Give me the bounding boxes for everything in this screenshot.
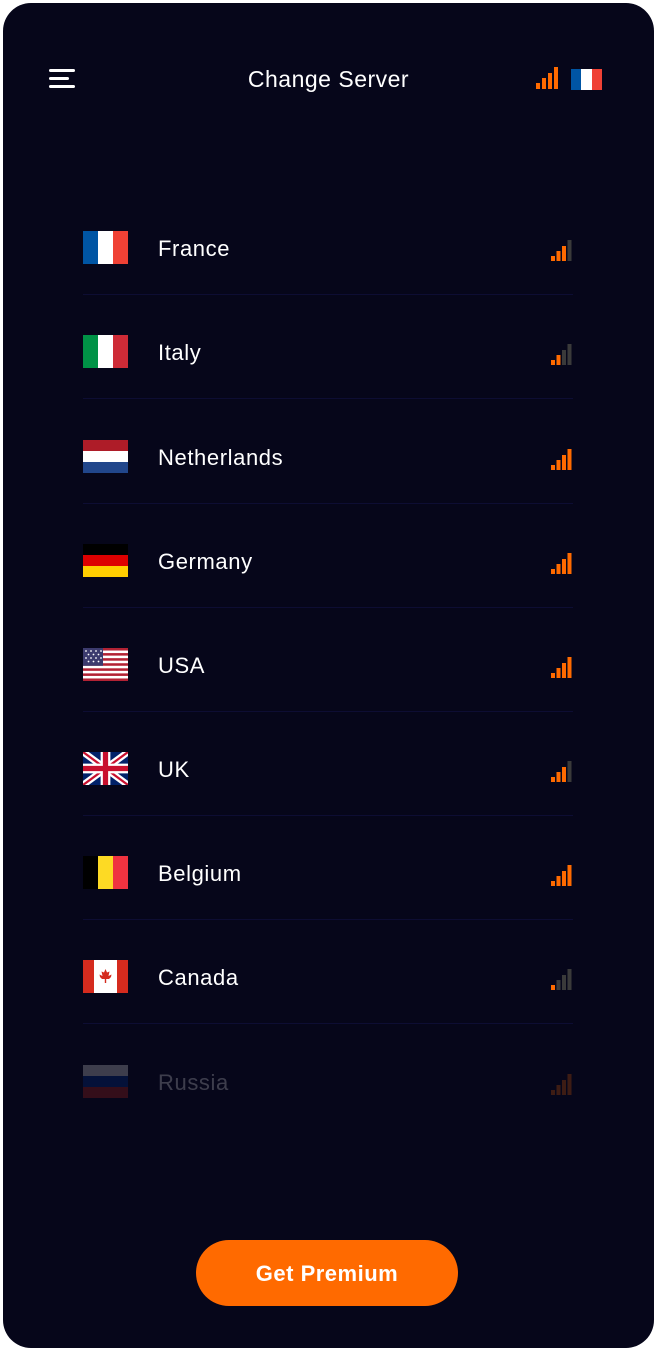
signal-bar: [562, 350, 566, 365]
signal-strength-icon: [551, 864, 575, 886]
uk-flag-icon: [83, 752, 128, 785]
server-item-canada[interactable]: Canada: [55, 928, 601, 1024]
divider: [83, 294, 573, 295]
italy-flag-icon: [83, 335, 128, 368]
divider: [83, 503, 573, 504]
country-name: UK: [158, 757, 190, 782]
canada-flag-icon: [83, 960, 128, 993]
signal-strength-icon: [551, 1073, 575, 1095]
signal-strength-icon: [551, 343, 575, 365]
signal-bar: [556, 772, 561, 782]
country-name: Italy: [158, 340, 202, 365]
signal-bar: [551, 256, 555, 261]
country-name: France: [158, 236, 231, 261]
divider: [83, 398, 573, 399]
signal-bar: [562, 455, 566, 470]
server-item-russia[interactable]: Russia: [55, 1033, 601, 1129]
signal-bar: [556, 355, 561, 365]
signal-strength-icon: [551, 656, 575, 678]
signal-bar: [551, 985, 555, 990]
signal-bar: [562, 559, 566, 574]
divider: [83, 607, 573, 608]
signal-bar: [556, 564, 561, 574]
signal-bar: [567, 761, 572, 782]
server-item-usa[interactable]: USA: [55, 616, 601, 712]
signal-strength-icon: [551, 552, 575, 574]
signal-bar: [556, 980, 561, 990]
signal-bar: [556, 876, 561, 886]
country-name: USA: [158, 653, 206, 678]
signal-strength-icon: [536, 67, 560, 94]
top-bar: Change Server: [3, 55, 654, 105]
signal-bar: [551, 360, 555, 365]
signal-bar: [567, 657, 572, 678]
server-item-uk[interactable]: UK: [55, 720, 601, 816]
signal-bar: [556, 460, 561, 470]
server-item-netherlands[interactable]: Netherlands: [55, 408, 601, 504]
signal-bar: [567, 865, 572, 886]
divider: [83, 919, 573, 920]
signal-bar: [567, 969, 572, 990]
divider: [83, 1023, 573, 1024]
country-name: Germany: [158, 549, 253, 574]
server-item-italy[interactable]: Italy: [55, 303, 601, 399]
signal-bar: [567, 344, 572, 365]
signal-bar: [562, 767, 566, 782]
signal-bar: [556, 668, 561, 678]
signal-bar: [567, 240, 572, 261]
get-premium-button[interactable]: Get Premium: [196, 1240, 458, 1306]
signal-bar: [562, 871, 566, 886]
signal-bar: [562, 246, 566, 261]
signal-strength-icon: [551, 239, 575, 261]
country-name: Russia: [158, 1070, 229, 1095]
country-name: Netherlands: [158, 445, 284, 470]
signal-bar: [551, 673, 555, 678]
signal-bar: [567, 449, 572, 470]
current-server-flag-icon[interactable]: [571, 69, 602, 90]
signal-bar: [567, 1074, 572, 1095]
server-item-france[interactable]: France: [55, 199, 601, 295]
country-name: Belgium: [158, 861, 242, 886]
france-flag-icon: [83, 231, 128, 264]
app-screen: Change Server France Italy Netherlands G…: [3, 3, 654, 1348]
signal-bar: [562, 975, 566, 990]
germany-flag-icon: [83, 544, 128, 577]
signal-bar: [551, 569, 555, 574]
signal-strength-icon: [551, 968, 575, 990]
signal-bar: [567, 553, 572, 574]
signal-bar: [556, 251, 561, 261]
belgium-flag-icon: [83, 856, 128, 889]
signal-bar: [562, 663, 566, 678]
russia-flag-icon: [83, 1065, 128, 1098]
signal-bar: [551, 1090, 555, 1095]
usa-flag-icon: [83, 648, 128, 681]
signal-bar: [551, 881, 555, 886]
signal-bar: [551, 777, 555, 782]
netherlands-flag-icon: [83, 440, 128, 473]
server-item-germany[interactable]: Germany: [55, 512, 601, 608]
signal-strength-icon: [551, 760, 575, 782]
signal-strength-icon: [551, 448, 575, 470]
server-item-belgium[interactable]: Belgium: [55, 824, 601, 920]
signal-bar: [556, 1085, 561, 1095]
signal-bar: [551, 465, 555, 470]
signal-bar: [562, 1080, 566, 1095]
country-name: Canada: [158, 965, 239, 990]
divider: [83, 711, 573, 712]
divider: [83, 815, 573, 816]
